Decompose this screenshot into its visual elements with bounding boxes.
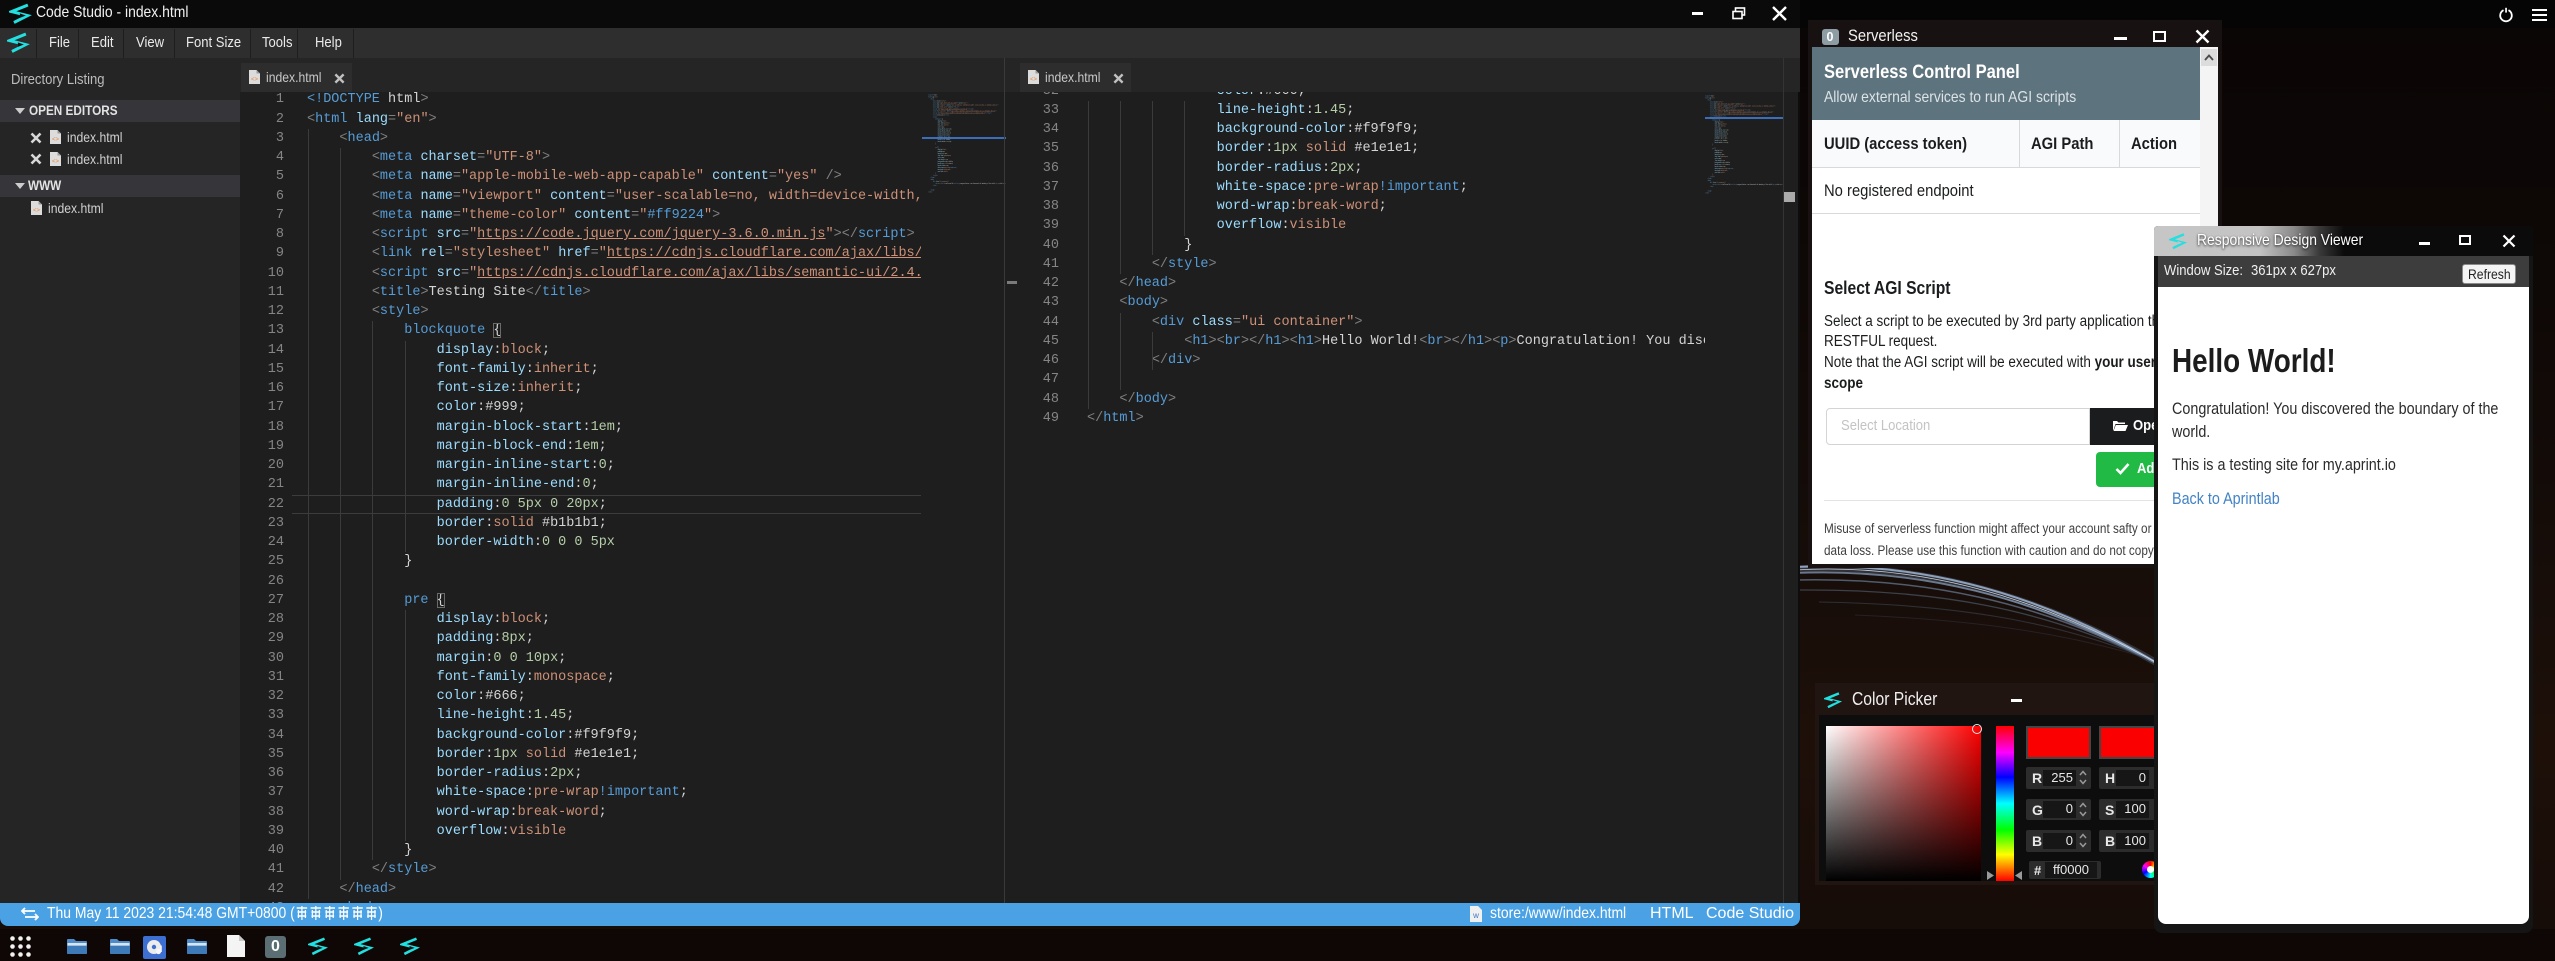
svg-text:<>: <>	[52, 159, 60, 165]
svg-text:<>: <>	[1030, 77, 1038, 83]
svg-text:w: w	[1472, 911, 1479, 920]
svg-text:<>: <>	[52, 137, 60, 143]
svg-text:<>: <>	[33, 208, 41, 214]
svg-text:<>: <>	[251, 77, 259, 83]
